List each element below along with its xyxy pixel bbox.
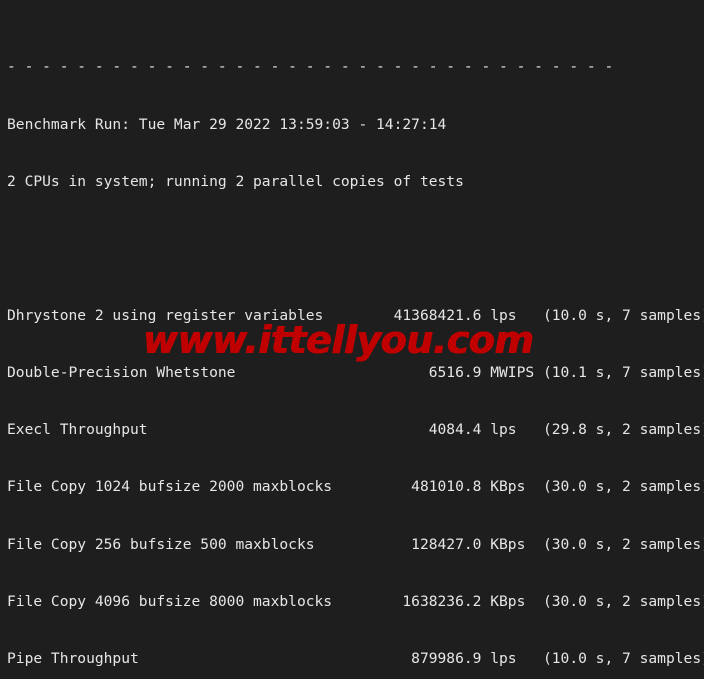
- terminal-window: - - - - - - - - - - - - - - - - - - - - …: [0, 0, 704, 679]
- benchmark-run-line: Benchmark Run: Tue Mar 29 2022 13:59:03 …: [7, 115, 704, 134]
- raw-result-row: File Copy 1024 bufsize 2000 maxblocks 48…: [7, 477, 704, 496]
- spacer: [7, 229, 704, 248]
- raw-result-row: File Copy 256 bufsize 500 maxblocks 1284…: [7, 535, 704, 554]
- divider-top: - - - - - - - - - - - - - - - - - - - - …: [7, 57, 704, 76]
- raw-result-row: Dhrystone 2 using register variables 413…: [7, 306, 704, 325]
- cpu-count-line: 2 CPUs in system; running 2 parallel cop…: [7, 172, 704, 191]
- raw-result-row: Pipe Throughput 879986.9 lps (10.0 s, 7 …: [7, 649, 704, 668]
- raw-result-row: Execl Throughput 4084.4 lps (29.8 s, 2 s…: [7, 420, 704, 439]
- terminal-output: - - - - - - - - - - - - - - - - - - - - …: [7, 0, 704, 679]
- raw-result-row: Double-Precision Whetstone 6516.9 MWIPS …: [7, 363, 704, 382]
- raw-result-row: File Copy 4096 bufsize 8000 maxblocks 16…: [7, 592, 704, 611]
